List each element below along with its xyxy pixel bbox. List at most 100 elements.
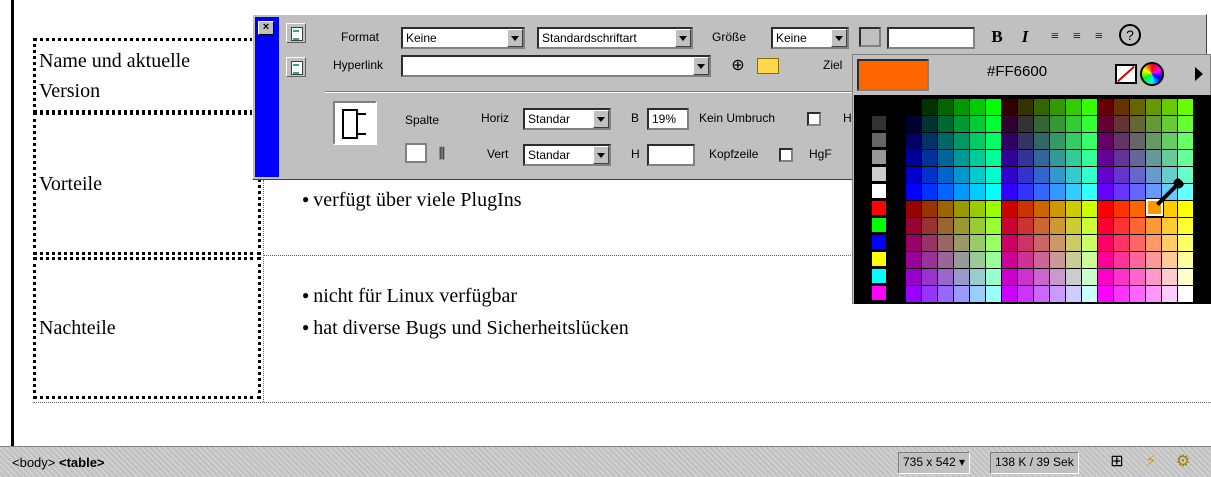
lightning-icon[interactable]: ⚡ xyxy=(1140,452,1162,472)
color-swatch[interactable] xyxy=(986,184,1001,200)
color-swatch[interactable] xyxy=(1018,201,1033,217)
color-swatch[interactable] xyxy=(1178,99,1193,115)
color-swatch[interactable] xyxy=(954,252,969,268)
horiz-align-select[interactable]: Standar xyxy=(523,108,611,130)
color-swatch[interactable] xyxy=(1130,218,1145,234)
width-input[interactable]: 19% xyxy=(647,108,689,130)
color-swatch[interactable] xyxy=(1002,116,1017,132)
color-swatch[interactable] xyxy=(970,252,985,268)
color-swatch[interactable] xyxy=(1098,218,1113,234)
color-swatch[interactable] xyxy=(1114,286,1129,302)
color-swatch[interactable] xyxy=(1002,201,1017,217)
color-swatch[interactable] xyxy=(1050,252,1065,268)
color-swatch[interactable] xyxy=(1050,269,1065,285)
color-swatch[interactable] xyxy=(872,286,886,300)
inspector-titlebar[interactable]: × xyxy=(255,17,279,177)
color-swatch[interactable] xyxy=(1114,99,1129,115)
color-swatch[interactable] xyxy=(906,116,921,132)
table-cell-vorteile[interactable]: Vorteile xyxy=(33,112,261,255)
color-swatch[interactable] xyxy=(970,269,985,285)
page-properties-icon[interactable] xyxy=(286,57,306,77)
align-center-icon[interactable]: ≡ xyxy=(1065,26,1089,50)
color-swatch[interactable] xyxy=(1066,286,1081,302)
color-swatch[interactable] xyxy=(1098,116,1113,132)
color-swatch[interactable] xyxy=(1178,235,1193,251)
color-swatch[interactable] xyxy=(938,167,953,183)
color-swatch[interactable] xyxy=(1146,133,1161,149)
color-hex-field[interactable] xyxy=(887,27,975,49)
color-swatch[interactable] xyxy=(938,286,953,302)
color-swatch[interactable] xyxy=(1162,218,1177,234)
color-swatch[interactable] xyxy=(1066,167,1081,183)
color-swatch[interactable] xyxy=(1034,184,1049,200)
nowrap-checkbox[interactable] xyxy=(807,112,821,126)
color-swatch[interactable] xyxy=(922,218,937,234)
color-swatch[interactable] xyxy=(938,252,953,268)
italic-button[interactable]: I xyxy=(1013,26,1037,50)
color-swatch[interactable] xyxy=(872,252,886,266)
color-swatch[interactable] xyxy=(1130,269,1145,285)
color-swatch[interactable] xyxy=(954,99,969,115)
color-swatch[interactable] xyxy=(1018,218,1033,234)
color-swatch[interactable] xyxy=(1034,133,1049,149)
color-swatch[interactable] xyxy=(1050,167,1065,183)
list-item[interactable]: ● verfügt über viele PlugIns xyxy=(302,184,522,215)
color-swatch[interactable] xyxy=(906,133,921,149)
color-swatch[interactable] xyxy=(1050,184,1065,200)
color-swatch[interactable] xyxy=(1114,167,1129,183)
color-swatch[interactable] xyxy=(1114,184,1129,200)
tag-table[interactable]: <table> xyxy=(59,455,105,470)
color-swatch[interactable] xyxy=(1082,235,1097,251)
color-swatch[interactable] xyxy=(1162,235,1177,251)
color-swatch[interactable] xyxy=(1098,286,1113,302)
color-swatch[interactable] xyxy=(1162,286,1177,302)
color-swatch[interactable] xyxy=(906,201,921,217)
color-swatch[interactable] xyxy=(986,133,1001,149)
color-swatch[interactable] xyxy=(970,201,985,217)
color-swatch[interactable] xyxy=(906,184,921,200)
color-swatch[interactable] xyxy=(1018,116,1033,132)
color-swatch[interactable] xyxy=(1130,184,1145,200)
color-swatch[interactable] xyxy=(1098,167,1113,183)
chevron-down-icon[interactable] xyxy=(675,29,691,47)
tag-body[interactable]: <body> xyxy=(12,455,55,470)
help-button[interactable]: ? xyxy=(1119,24,1141,46)
chevron-down-icon[interactable] xyxy=(507,29,523,47)
color-swatch[interactable] xyxy=(938,235,953,251)
text-color-swatch-icon[interactable] xyxy=(859,27,881,47)
color-swatch[interactable] xyxy=(986,99,1001,115)
color-swatch[interactable] xyxy=(954,218,969,234)
color-swatch[interactable] xyxy=(1146,269,1161,285)
color-swatch[interactable] xyxy=(1082,99,1097,115)
color-swatch[interactable] xyxy=(986,218,1001,234)
color-wheel-icon[interactable] xyxy=(1140,62,1164,86)
color-swatch[interactable] xyxy=(906,286,921,302)
color-swatch[interactable] xyxy=(1098,99,1113,115)
color-swatch[interactable] xyxy=(1034,201,1049,217)
color-swatch[interactable] xyxy=(938,269,953,285)
color-swatch[interactable] xyxy=(1050,116,1065,132)
vert-align-select[interactable]: Standar xyxy=(523,144,611,166)
color-swatch[interactable] xyxy=(954,184,969,200)
color-swatch[interactable] xyxy=(954,201,969,217)
color-swatch[interactable] xyxy=(1162,269,1177,285)
size-select[interactable]: Keine xyxy=(771,27,849,49)
color-swatch[interactable] xyxy=(1162,116,1177,132)
color-swatch[interactable] xyxy=(906,218,921,234)
color-swatch[interactable] xyxy=(1146,99,1161,115)
color-swatch[interactable] xyxy=(906,150,921,166)
no-color-icon[interactable] xyxy=(1115,64,1137,84)
color-swatch[interactable] xyxy=(1082,252,1097,268)
align-left-icon[interactable]: ≡ xyxy=(1043,26,1067,50)
color-swatch[interactable] xyxy=(954,167,969,183)
chevron-down-icon[interactable] xyxy=(593,110,609,128)
color-swatch[interactable] xyxy=(1178,201,1193,217)
color-swatch[interactable] xyxy=(1034,99,1049,115)
chevron-down-icon[interactable] xyxy=(593,146,609,164)
color-swatch[interactable] xyxy=(1130,133,1145,149)
color-swatch[interactable] xyxy=(1018,235,1033,251)
folder-icon[interactable] xyxy=(757,58,779,74)
color-swatch[interactable] xyxy=(986,286,1001,302)
color-swatch[interactable] xyxy=(1002,286,1017,302)
color-swatch[interactable] xyxy=(1034,150,1049,166)
